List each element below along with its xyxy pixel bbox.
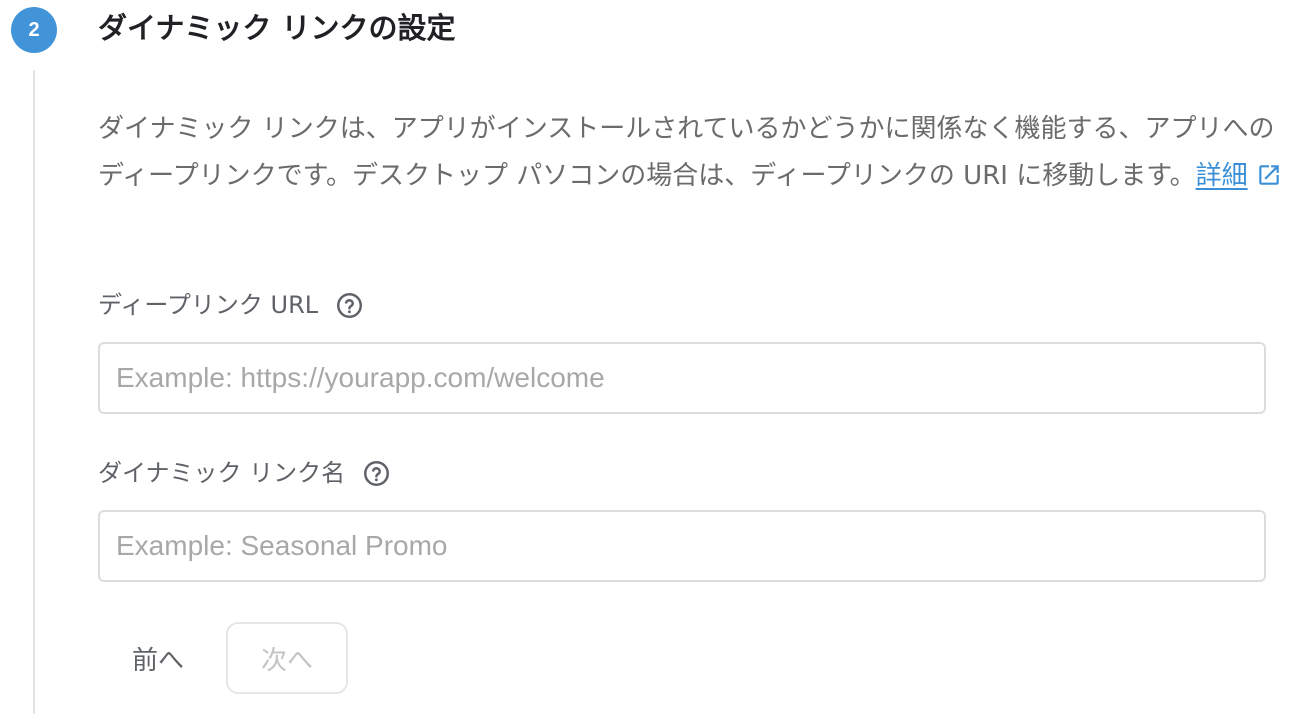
step-title: ダイナミック リンクの設定 [98,11,456,45]
learn-more-link[interactable]: 詳細 [1196,161,1248,191]
dynamic-link-name-label: ダイナミック リンク名 [98,458,390,488]
next-button[interactable]: 次へ [226,622,348,694]
dynamic-link-setup-step: 2 ダイナミック リンクの設定 ダイナミック リンクは、アプリがインストールされ… [0,0,1300,714]
dynamic-link-name-input[interactable] [98,510,1266,582]
deep-link-url-label-text: ディープリンク URL [98,291,319,319]
deep-link-url-label: ディープリンク URL [98,290,363,320]
deep-link-url-input[interactable] [98,342,1266,414]
step-connector-line [33,70,35,714]
open-in-new-icon[interactable] [1256,162,1282,188]
step-number-badge: 2 [11,7,57,53]
help-circle-icon[interactable] [363,460,390,487]
description-text: ダイナミック リンクは、アプリがインストールされているかどうかに関係なく機能する… [98,114,1275,191]
step-description: ダイナミック リンクは、アプリがインストールされているかどうかに関係なく機能する… [98,106,1283,200]
dynamic-link-name-label-text: ダイナミック リンク名 [98,459,346,487]
help-circle-icon[interactable] [336,292,363,319]
back-button[interactable]: 前へ [108,622,208,694]
